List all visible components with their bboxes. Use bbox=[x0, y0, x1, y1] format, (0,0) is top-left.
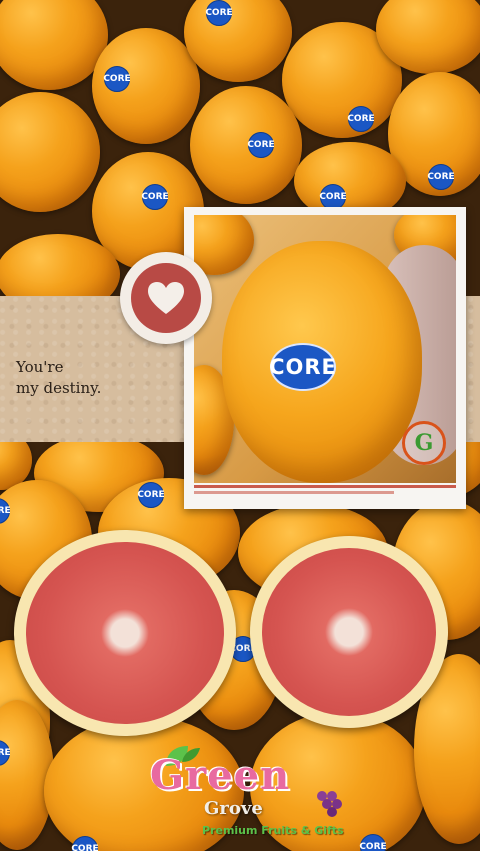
grapefruit-half-right bbox=[250, 536, 448, 728]
core-sticker: CORE bbox=[0, 498, 11, 524]
photo-frame: CORE G bbox=[184, 207, 466, 509]
frame-line bbox=[194, 491, 394, 494]
grapes-icon bbox=[317, 791, 342, 817]
core-sticker: CORE bbox=[205, 0, 233, 26]
core-sticker: CORE bbox=[137, 482, 165, 508]
heart-icon bbox=[148, 282, 184, 314]
core-sticker: CORE bbox=[247, 132, 275, 158]
green-grove-logo: Green Grove Premium Fruits & Gifts bbox=[146, 742, 356, 838]
frame-line bbox=[194, 485, 456, 488]
brand-name-second: Grove bbox=[204, 798, 263, 819]
orange: CORE bbox=[184, 0, 292, 82]
core-sticker-large: CORE bbox=[269, 343, 336, 391]
orange: CORE bbox=[190, 86, 302, 204]
tagline-line-1: You're bbox=[16, 358, 64, 376]
brand-tagline: Premium Fruits & Gifts bbox=[202, 824, 344, 837]
core-sticker: CORE bbox=[359, 834, 387, 851]
green-grove-logo-mini: G bbox=[402, 421, 446, 465]
story-canvas: CORE CORE CORE CORE CORE CORE CORE CORE bbox=[0, 0, 480, 851]
core-sticker: CORE bbox=[71, 836, 99, 851]
core-sticker: CORE bbox=[103, 66, 131, 92]
orange bbox=[0, 92, 100, 212]
tagline-line-2: my destiny. bbox=[16, 379, 102, 397]
orange: CORE bbox=[92, 28, 200, 144]
heart-badge bbox=[120, 252, 212, 344]
core-sticker: CORE bbox=[347, 106, 375, 132]
core-sticker: CORE bbox=[0, 740, 11, 766]
orange bbox=[194, 215, 254, 275]
grapefruit-half-left bbox=[14, 530, 236, 736]
orange-photo: CORE G bbox=[194, 215, 456, 483]
tagline: You're my destiny. bbox=[16, 357, 101, 399]
core-sticker: CORE bbox=[427, 164, 455, 190]
core-sticker: CORE bbox=[141, 184, 169, 210]
brand-name-first: Green bbox=[150, 752, 291, 799]
